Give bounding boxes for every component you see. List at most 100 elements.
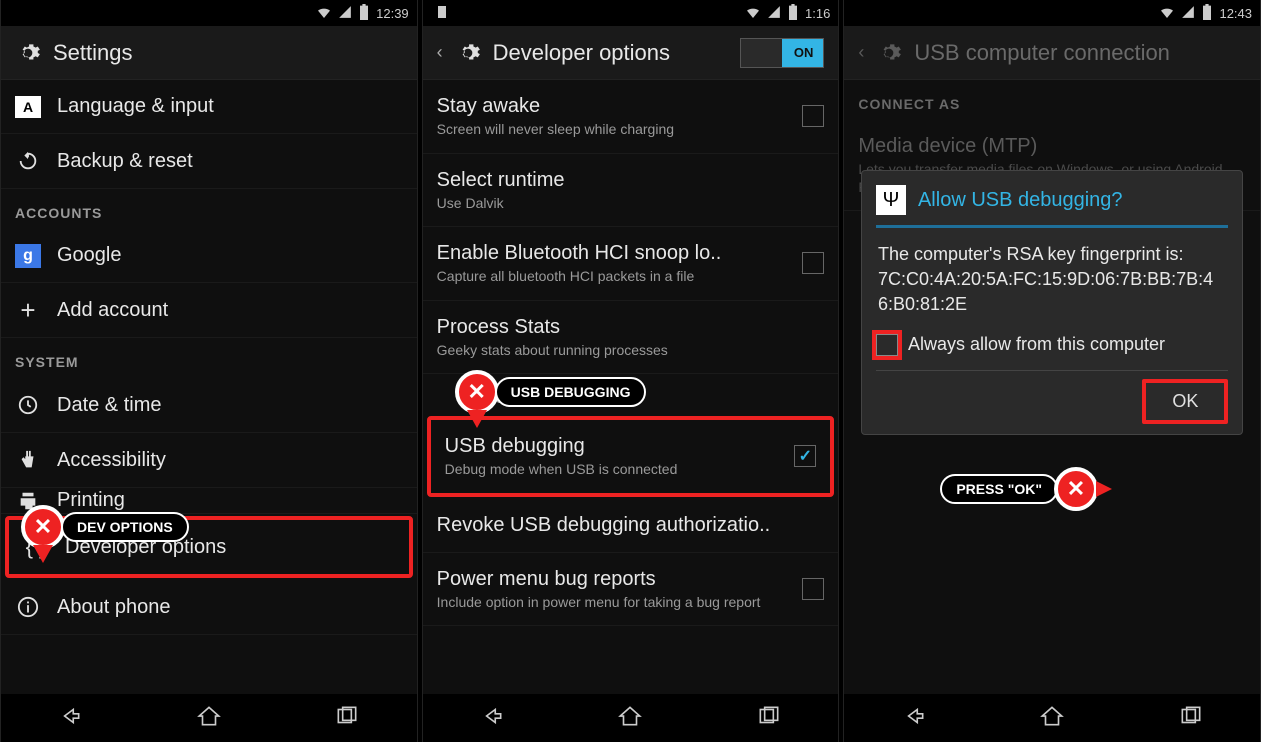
annotation-dev-options: ✕ DEV OPTIONS — [21, 505, 189, 549]
item-subtitle: Screen will never sleep while charging — [437, 121, 787, 139]
item-date-time[interactable]: Date & time — [1, 378, 417, 433]
item-subtitle: Debug mode when USB is connected — [445, 461, 779, 479]
annotation-label: USB DEBUGGING — [495, 377, 647, 407]
recent-icon[interactable] — [1178, 703, 1204, 734]
item-subtitle: Use Dalvik — [437, 195, 825, 213]
home-icon[interactable] — [196, 703, 222, 734]
info-icon — [15, 594, 41, 620]
wifi-icon — [745, 4, 761, 23]
page-title: USB computer connection — [914, 40, 1170, 66]
wifi-icon — [316, 4, 332, 23]
recent-icon[interactable] — [334, 703, 360, 734]
usb-icon: Ψ — [876, 185, 906, 215]
gear-icon — [15, 40, 41, 66]
settings-list[interactable]: A Language & input Backup & reset ACCOUN… — [1, 80, 417, 694]
item-label: Stay awake — [437, 94, 787, 119]
item-subtitle: Capture all bluetooth HCI packets in a f… — [437, 268, 787, 286]
item-process-stats[interactable]: Process StatsGeeky stats about running p… — [423, 301, 839, 375]
home-icon[interactable] — [617, 703, 643, 734]
item-about-phone[interactable]: About phone — [1, 580, 417, 635]
checkbox[interactable] — [802, 105, 824, 127]
status-bar: 1:16 — [423, 0, 839, 26]
recent-icon[interactable] — [756, 703, 782, 734]
home-icon[interactable] — [1039, 703, 1065, 734]
back-icon[interactable] — [57, 703, 83, 734]
master-toggle[interactable]: ON — [740, 38, 824, 68]
nav-bar — [844, 694, 1260, 742]
item-stay-awake[interactable]: Stay awake Screen will never sleep while … — [423, 80, 839, 154]
language-icon: A — [15, 96, 41, 118]
item-label: Media device (MTP) — [858, 134, 1246, 159]
checkbox[interactable] — [802, 252, 824, 274]
close-icon: ✕ — [1054, 467, 1098, 511]
page-title: Developer options — [493, 40, 670, 66]
close-icon: ✕ — [21, 505, 65, 549]
item-usb-debugging[interactable]: USB debugging Debug mode when USB is conn… — [427, 416, 835, 497]
phone-usb-connection: 12:43 ‹ USB computer connection CONNECT … — [843, 0, 1261, 742]
back-icon[interactable] — [479, 703, 505, 734]
signal-icon — [767, 5, 781, 22]
section-connect-as: CONNECT AS — [844, 80, 1260, 120]
titlebar-usb-connection: ‹ USB computer connection — [844, 26, 1260, 80]
usb-notif-icon — [431, 5, 447, 22]
item-subtitle: Include option in power menu for taking … — [437, 594, 787, 612]
item-label: USB debugging — [445, 434, 779, 459]
dialog-fingerprint: 7C:C0:4A:20:5A:FC:15:9D:06:7B:BB:7B:46:B… — [878, 267, 1226, 317]
battery-icon — [358, 4, 370, 23]
backup-icon — [15, 148, 41, 174]
signal-icon — [338, 5, 352, 22]
item-label: Enable Bluetooth HCI snoop lo.. — [437, 241, 787, 266]
item-bt-hci-snoop[interactable]: Enable Bluetooth HCI snoop lo.. Capture a… — [423, 227, 839, 301]
annotation-usb-debugging: ✕ USB DEBUGGING — [455, 370, 647, 414]
status-bar: 12:39 — [1, 0, 417, 26]
item-add-account[interactable]: + Add account — [1, 283, 417, 338]
titlebar-dev-options: ‹ Developer options ON — [423, 26, 839, 80]
gear-icon — [876, 40, 902, 66]
dialog-backdrop: Ψ Allow USB debugging? The computer's RS… — [844, 170, 1260, 682]
always-allow-row[interactable]: Always allow from this computer — [876, 328, 1228, 370]
status-time: 12:39 — [376, 6, 409, 21]
annotation-press-ok: PRESS "OK" ✕ — [940, 467, 1098, 511]
annotation-label: PRESS "OK" — [940, 474, 1058, 504]
item-language-input[interactable]: A Language & input — [1, 80, 417, 134]
plus-icon: + — [15, 297, 41, 323]
checkbox-checked[interactable]: ✓ — [794, 445, 816, 467]
ok-button[interactable]: OK — [1142, 379, 1228, 424]
item-label: Process Stats — [437, 315, 825, 340]
clock-icon — [15, 392, 41, 418]
status-time: 12:43 — [1219, 6, 1252, 21]
back-chevron-icon[interactable]: ‹ — [437, 42, 443, 63]
item-label: Backup & reset — [57, 149, 403, 174]
titlebar-settings: Settings — [1, 26, 417, 80]
item-backup-reset[interactable]: Backup & reset — [1, 134, 417, 189]
item-select-runtime[interactable]: Select runtime Use Dalvik — [423, 154, 839, 228]
nav-bar — [1, 694, 417, 742]
item-revoke-usb-auth[interactable]: Revoke USB debugging authorizatio.. — [423, 499, 839, 553]
item-label: Revoke USB debugging authorizatio.. — [437, 513, 825, 538]
page-title: Settings — [53, 40, 133, 66]
item-label: Select runtime — [437, 168, 825, 193]
item-power-menu-bug[interactable]: Power menu bug reportsInclude option in … — [423, 553, 839, 627]
gear-icon — [455, 40, 481, 66]
usb-debug-dialog: Ψ Allow USB debugging? The computer's RS… — [861, 170, 1243, 435]
google-icon: g — [15, 244, 41, 268]
phone-developer-options: 1:16 ‹ Developer options ON Stay awake Sc… — [422, 0, 840, 742]
checkbox[interactable] — [802, 578, 824, 600]
section-system: SYSTEM — [1, 338, 417, 378]
hand-icon — [15, 447, 41, 473]
close-icon: ✕ — [455, 370, 499, 414]
section-accounts: ACCOUNTS — [1, 189, 417, 229]
always-allow-checkbox[interactable] — [876, 334, 898, 356]
item-label: Date & time — [57, 393, 403, 418]
item-label: Add account — [57, 298, 403, 323]
back-chevron-icon[interactable]: ‹ — [858, 42, 864, 63]
item-label: Language & input — [57, 94, 403, 119]
item-label: About phone — [57, 595, 403, 620]
wifi-icon — [1159, 4, 1175, 23]
back-icon[interactable] — [901, 703, 927, 734]
item-google[interactable]: g Google — [1, 229, 417, 283]
status-time: 1:16 — [805, 6, 830, 21]
nav-bar — [423, 694, 839, 742]
item-accessibility[interactable]: Accessibility — [1, 433, 417, 488]
item-label: Accessibility — [57, 448, 403, 473]
